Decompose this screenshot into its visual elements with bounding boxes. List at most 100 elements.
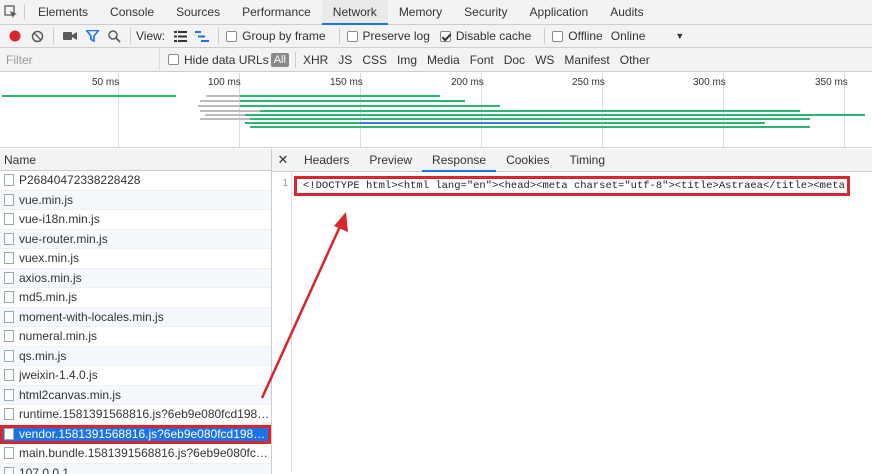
tab-security[interactable]: Security bbox=[453, 0, 518, 25]
checkbox-box-checked[interactable] bbox=[439, 30, 451, 42]
request-name: vuex.min.js bbox=[19, 251, 80, 266]
tab-application[interactable]: Application bbox=[519, 0, 600, 25]
devtools-tab-bar: Elements Console Sources Performance Net… bbox=[0, 0, 872, 25]
tab-cookies[interactable]: Cookies bbox=[496, 149, 559, 172]
request-row[interactable]: jweixin-1.4.0.js bbox=[0, 366, 271, 386]
checkbox-box[interactable] bbox=[226, 30, 238, 42]
checkbox-box[interactable] bbox=[346, 30, 358, 42]
tab-headers[interactable]: Headers bbox=[294, 149, 359, 172]
request-row[interactable]: vue.min.js bbox=[0, 190, 271, 210]
request-row[interactable]: 107.0.0.1 bbox=[0, 463, 271, 474]
filter-input[interactable]: Filter bbox=[0, 47, 160, 72]
type-filter-media[interactable]: Media bbox=[422, 52, 465, 68]
request-row[interactable]: P26840472338228428 bbox=[0, 171, 271, 191]
preserve-log-label: Preserve log bbox=[362, 29, 430, 43]
request-row[interactable]: moment-with-locales.min.js bbox=[0, 307, 271, 327]
type-filter-manifest[interactable]: Manifest bbox=[559, 52, 614, 68]
type-filter-other[interactable]: Other bbox=[615, 52, 655, 68]
timeline-tick-label: 200 ms bbox=[451, 77, 484, 88]
dropdown-caret-icon[interactable]: ▼ bbox=[675, 31, 684, 41]
tab-separator bbox=[24, 4, 25, 20]
close-icon[interactable]: ✕ bbox=[272, 152, 294, 168]
file-icon bbox=[4, 369, 14, 382]
waterfall-bar bbox=[240, 100, 465, 102]
file-icon bbox=[4, 291, 14, 304]
network-toolbar: View: Group by frame Preserve log Disabl… bbox=[0, 25, 872, 48]
waterfall-bar bbox=[250, 118, 810, 120]
search-icon[interactable] bbox=[103, 25, 125, 47]
file-icon bbox=[4, 310, 14, 323]
type-filter-img[interactable]: Img bbox=[392, 52, 422, 68]
tab-memory[interactable]: Memory bbox=[388, 0, 453, 25]
tab-console[interactable]: Console bbox=[99, 0, 165, 25]
throttle-select[interactable]: Online bbox=[611, 29, 646, 43]
waterfall-view-icon[interactable] bbox=[191, 25, 213, 47]
request-name: qs.min.js bbox=[19, 348, 67, 363]
request-row[interactable]: vue-router.min.js bbox=[0, 229, 271, 249]
checkbox-box[interactable] bbox=[552, 30, 564, 42]
clear-icon[interactable] bbox=[26, 25, 48, 47]
request-row[interactable]: runtime.1581391568816.js?6eb9e080fcd1980… bbox=[0, 405, 271, 425]
tab-performance[interactable]: Performance bbox=[231, 0, 322, 25]
tab-timing[interactable]: Timing bbox=[559, 149, 615, 172]
request-name: vendor.1581391568816.js?6eb9e080fcd19800… bbox=[19, 426, 271, 441]
request-row[interactable]: html2canvas.min.js bbox=[0, 385, 271, 405]
toolbar-separator bbox=[218, 28, 220, 44]
file-icon bbox=[4, 252, 14, 265]
offline-label: Offline bbox=[568, 29, 603, 43]
request-row[interactable]: md5.min.js bbox=[0, 288, 271, 308]
request-row[interactable]: numeral.min.js bbox=[0, 327, 271, 347]
name-column-header[interactable]: Name bbox=[0, 149, 271, 171]
file-icon bbox=[4, 174, 14, 187]
waterfall-bar bbox=[360, 122, 560, 124]
checkbox-box[interactable] bbox=[168, 54, 179, 65]
tab-preview[interactable]: Preview bbox=[359, 149, 422, 172]
waterfall-bar bbox=[260, 110, 800, 112]
response-code-line[interactable]: <!DOCTYPE html><html lang="en"><head><me… bbox=[294, 176, 850, 196]
type-filter-all[interactable]: All bbox=[270, 52, 289, 67]
tab-audits[interactable]: Audits bbox=[599, 0, 654, 25]
type-filter-css[interactable]: CSS bbox=[357, 52, 392, 68]
request-row[interactable]: vuex.min.js bbox=[0, 249, 271, 269]
type-filter-doc[interactable]: Doc bbox=[499, 52, 530, 68]
filter-funnel-icon[interactable] bbox=[81, 25, 103, 47]
line-number-gutter: 1 bbox=[272, 172, 292, 472]
toolbar-separator bbox=[130, 28, 131, 44]
disable-cache-checkbox[interactable]: Disable cache bbox=[438, 29, 531, 43]
file-icon bbox=[4, 232, 14, 245]
offline-checkbox[interactable]: Offline bbox=[550, 29, 603, 43]
timeline-tick-label: 350 ms bbox=[815, 77, 848, 88]
request-name: P26840472338228428 bbox=[19, 173, 141, 188]
request-name: numeral.min.js bbox=[19, 329, 98, 344]
inspect-element-icon[interactable] bbox=[0, 0, 22, 25]
request-row[interactable]: qs.min.js bbox=[0, 346, 271, 366]
file-icon bbox=[4, 213, 14, 226]
type-filter-font[interactable]: Font bbox=[465, 52, 499, 68]
waterfall-bar bbox=[480, 126, 810, 128]
tab-elements[interactable]: Elements bbox=[27, 0, 99, 25]
file-icon bbox=[4, 447, 14, 460]
video-camera-icon[interactable] bbox=[59, 25, 81, 47]
hide-data-urls-checkbox[interactable]: Hide data URLs bbox=[166, 53, 269, 67]
line-number: 1 bbox=[282, 178, 288, 189]
tab-network[interactable]: Network bbox=[321, 0, 388, 25]
timeline-overview[interactable]: 50 ms 100 ms 150 ms 200 ms 250 ms 300 ms… bbox=[0, 73, 872, 148]
request-row-selected[interactable]: vendor.1581391568816.js?6eb9e080fcd19800… bbox=[0, 424, 271, 444]
request-row[interactable]: vue-i18n.min.js bbox=[0, 210, 271, 230]
request-row[interactable]: main.bundle.1581391568816.js?6eb9e080fcd… bbox=[0, 444, 271, 464]
type-filter-ws[interactable]: WS bbox=[530, 52, 559, 68]
group-by-frame-checkbox[interactable]: Group by frame bbox=[224, 29, 326, 43]
detail-tab-bar: ✕ Headers Preview Response Cookies Timin… bbox=[272, 149, 872, 172]
tab-sources[interactable]: Sources bbox=[165, 0, 231, 25]
file-icon bbox=[4, 388, 14, 401]
large-rows-icon[interactable] bbox=[169, 25, 191, 47]
preserve-log-checkbox[interactable]: Preserve log bbox=[345, 29, 430, 43]
type-filter-js[interactable]: JS bbox=[333, 52, 357, 68]
request-row[interactable]: axios.min.js bbox=[0, 268, 271, 288]
response-body[interactable]: 1 <!DOCTYPE html><html lang="en"><head><… bbox=[272, 172, 872, 472]
type-filter-xhr[interactable]: XHR bbox=[298, 52, 333, 68]
toolbar-separator bbox=[294, 51, 296, 68]
record-icon[interactable] bbox=[4, 25, 26, 47]
tab-response[interactable]: Response bbox=[422, 149, 497, 172]
file-icon bbox=[4, 271, 14, 284]
